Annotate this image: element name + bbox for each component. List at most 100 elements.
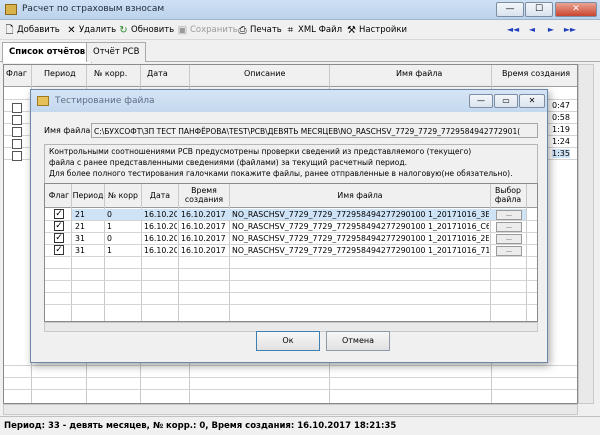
row-divider [45,304,537,305]
pick-file-button[interactable]: ... [496,210,522,220]
filename-label: Имя файла: [44,126,94,135]
row-checkbox[interactable] [12,127,22,137]
pick-file-button[interactable]: ... [496,222,522,232]
filename-cell: NO_RASCHSV_7729_7729_772958494277290100 … [232,246,489,255]
corr-cell: 0 [107,234,112,243]
xml-label: XML Файл [298,25,343,35]
col-created-line2[interactable]: создания [179,195,229,204]
tab-report-list[interactable]: Список отчётов [2,42,93,63]
date-cell: 16.10.20 [144,234,177,243]
folder-icon [37,96,49,106]
refresh-label: Обновить [131,25,175,35]
delete-label: Удалить [79,25,117,35]
row-divider [45,244,537,245]
tools-icon: ⚒ [347,24,356,36]
col-pick-line2[interactable]: файла [491,195,525,204]
files-grid-header: Флаг Период № корр Дата Время создания И… [45,184,537,208]
next-record-button[interactable]: ► [544,23,558,37]
created-time-cell: 1:24 [552,137,570,146]
last-record-button[interactable]: ►► [563,23,577,37]
created-time-cell: 0:47 [552,101,570,110]
delete-icon: ✕ [67,24,76,36]
save-button[interactable]: ▣ Сохранить [177,22,238,38]
row-divider [45,256,537,257]
row-checkbox[interactable]: ✓ [54,233,64,243]
row-checkbox[interactable]: ✓ [54,245,64,255]
row-checkbox[interactable]: ✓ [54,209,64,219]
row-divider [45,220,537,221]
tab-rsv-report[interactable]: Отчёт РСВ [86,42,147,62]
col-date[interactable]: Дата [142,191,178,200]
col-period[interactable]: Период [44,69,76,78]
col-created[interactable]: Время создания [502,69,570,78]
print-button[interactable]: ⎙ Печать [237,22,282,38]
col-description[interactable]: Описание [244,69,285,78]
add-label: Добавить [17,25,60,35]
row-checkbox[interactable] [12,115,22,125]
dialog-minimize-button[interactable]: — [469,94,493,108]
status-text: Период: 33 - девять месяцев, № корр.: 0,… [4,421,397,431]
refresh-button[interactable]: ↻ Обновить [118,22,174,38]
date-cell: 16.10.20 [144,246,177,255]
settings-label: Настройки [359,25,408,35]
row-divider [45,232,537,233]
print-label: Печать [250,25,282,35]
col-divider [229,184,230,321]
vertical-scrollbar[interactable] [578,64,594,404]
cancel-button[interactable]: Отмена [326,331,390,351]
corr-cell: 0 [107,210,112,219]
horizontal-scrollbar[interactable] [3,404,578,415]
add-button[interactable]: 🗋 Добавить [4,22,60,38]
row-checkbox[interactable]: ✓ [54,221,64,231]
xml-file-button[interactable]: ⌗ XML Файл [285,22,342,38]
period-cell: 21 [75,222,85,231]
maximize-button[interactable]: ☐ [525,2,553,17]
corr-cell: 1 [107,246,112,255]
pick-file-button[interactable]: ... [496,234,522,244]
save-label: Сохранить [190,25,238,35]
col-corr[interactable]: № корр. [94,69,127,78]
period-cell: 31 [75,234,85,243]
save-icon: ▣ [177,24,188,36]
row-checkbox[interactable] [12,103,22,113]
dialog-maximize-button[interactable]: ▭ [494,94,518,108]
printer-icon: ⎙ [238,24,247,36]
col-filename[interactable]: Имя файла [396,69,442,78]
xml-icon: ⌗ [287,24,294,36]
settings-button[interactable]: ⚒ Настройки [346,22,407,38]
col-divider [178,184,179,321]
row-checkbox[interactable] [12,151,22,161]
dialog-close-button[interactable]: ✕ [519,94,545,108]
period-cell: 21 [75,210,85,219]
col-divider [104,184,105,321]
filename-cell: NO_RASCHSV_7729_7729_772958494277290100 … [232,234,489,243]
minimize-button[interactable]: — [496,2,524,17]
col-created-line1[interactable]: Время [179,186,229,195]
filename-cell: NO_RASCHSV_7729_7729_772958494277290100 … [232,222,489,231]
window-title: Расчет по страховым взносам [22,4,165,14]
window-titlebar: Расчет по страховым взносам — ☐ ✕ [0,0,600,20]
col-filename[interactable]: Имя файла [230,191,490,200]
filename-field[interactable]: C:\БУХСОФТ\ЗП ТЕСТ ПАНФЁРОВА\TEST\РСВ\ДЕ… [91,123,538,138]
col-flag[interactable]: Флаг [47,191,71,200]
col-corr[interactable]: № корр [105,191,141,200]
col-date[interactable]: Дата [147,69,168,78]
close-button[interactable]: ✕ [555,2,597,17]
created-cell: 16.10.2017 1 [181,246,228,255]
prev-record-button[interactable]: ◄ [525,23,539,37]
period-cell: 31 [75,246,85,255]
created-cell: 16.10.2017 1 [181,210,228,219]
ok-button[interactable]: Ок [256,331,320,351]
col-divider [526,184,527,321]
first-record-button[interactable]: ◄◄ [506,23,520,37]
delete-button[interactable]: ✕ Удалить [66,22,116,38]
col-flag[interactable]: Флаг [6,69,27,78]
col-period[interactable]: Период [72,191,104,200]
row-checkbox[interactable] [12,139,22,149]
created-cell: 16.10.2017 1 [181,222,228,231]
files-grid[interactable]: Флаг Период № корр Дата Время создания И… [44,183,538,322]
row-divider [45,292,537,293]
toolbar: 🗋 Добавить ✕ Удалить ↻ Обновить ▣ Сохранить … [0,20,600,40]
pick-file-button[interactable]: ... [496,246,522,256]
col-pick-line1[interactable]: Выбор [491,186,525,195]
